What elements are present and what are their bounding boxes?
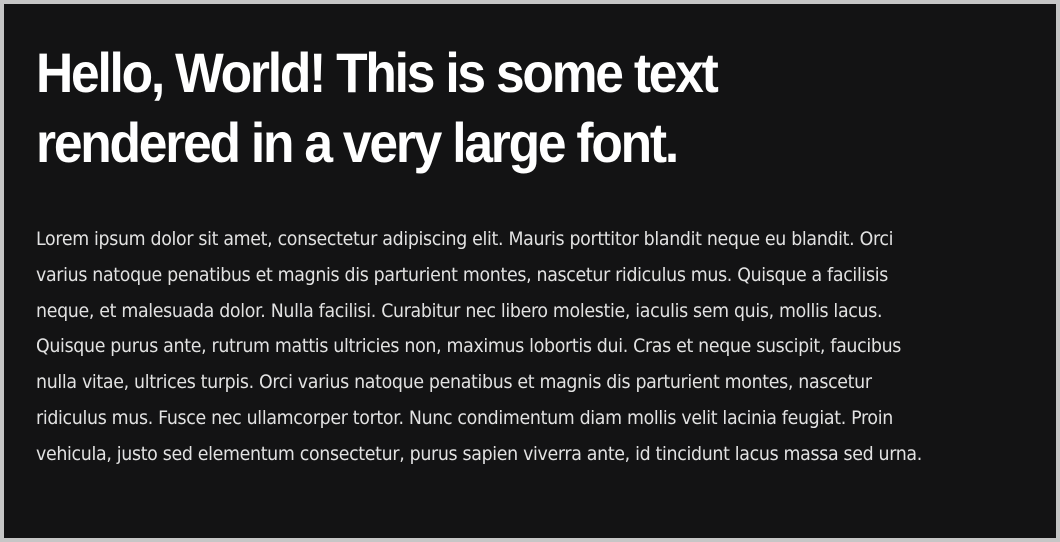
page-heading: Hello, World! This is some text rendered… (36, 41, 719, 174)
content-panel: Hello, World! This is some text rendered… (4, 4, 1056, 538)
body-paragraph: Lorem ipsum dolor sit amet, consectetur … (36, 228, 922, 465)
